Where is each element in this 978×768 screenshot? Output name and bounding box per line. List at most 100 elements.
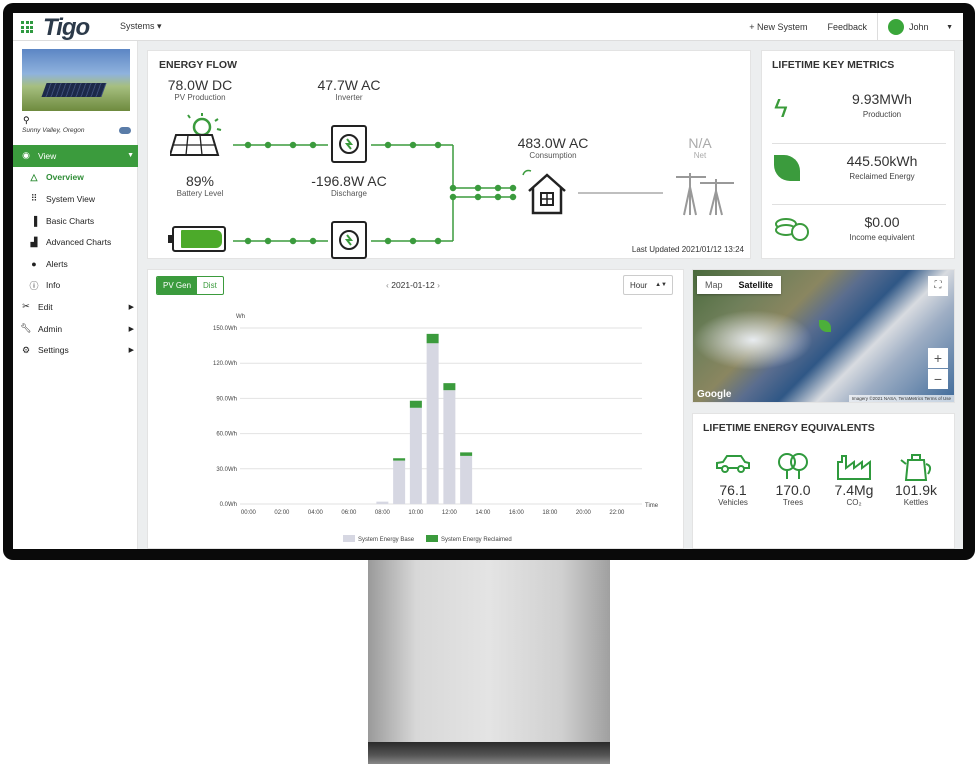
bar-reclaimed bbox=[426, 333, 439, 344]
site-photo bbox=[22, 49, 130, 111]
x-tick-label: 06:00 bbox=[341, 510, 357, 516]
sidebar-item-basic-charts[interactable]: ▐ Basic Charts bbox=[13, 210, 138, 232]
legend-swatch bbox=[343, 535, 355, 542]
fullscreen-button[interactable]: ⛶ bbox=[928, 276, 948, 296]
tigo-logo[interactable]: Tigo bbox=[43, 14, 90, 42]
legend-label: System Energy Base bbox=[358, 537, 415, 543]
x-axis-label: Time bbox=[645, 503, 659, 509]
bar-reclaimed bbox=[409, 400, 422, 408]
x-tick-label: 14:00 bbox=[475, 510, 491, 516]
x-tick-label: 20:00 bbox=[576, 510, 592, 516]
leaf-icon bbox=[774, 155, 800, 188]
app-screen: Tigo Systems ▾ + New System Feedback Joh… bbox=[13, 13, 963, 549]
advanced-chart-icon: ▟ bbox=[30, 236, 38, 247]
factory-icon bbox=[824, 452, 884, 482]
map-cloud-overlay bbox=[693, 310, 813, 370]
satellite-tab[interactable]: Satellite bbox=[731, 276, 782, 294]
bar-reclaimed bbox=[460, 452, 473, 456]
sidebar-item-info[interactable]: ⓘ Info bbox=[13, 275, 138, 297]
next-date-button[interactable]: › bbox=[437, 280, 440, 290]
info-icon: ⓘ bbox=[29, 280, 39, 291]
sidebar-item-system-view[interactable]: ⠿ System View bbox=[13, 188, 138, 210]
wrench-icon: 🔧︎ bbox=[20, 323, 32, 334]
kettle-icon bbox=[886, 452, 946, 482]
zoom-out-button[interactable]: − bbox=[928, 369, 948, 389]
sidebar: ⚲ Sunny Valley, Oregon ◉ View ▼ △ Overview … bbox=[13, 41, 138, 549]
last-updated: Last Updated 2021/01/12 13:24 bbox=[631, 245, 744, 254]
date-navigator: ‹ 2021-01-12 › bbox=[386, 280, 440, 290]
terms-link[interactable]: Terms of Use bbox=[924, 396, 951, 401]
site-location: Sunny Valley, Oregon bbox=[22, 127, 85, 134]
x-tick-label: 18:00 bbox=[542, 510, 558, 516]
bar-chart-icon: ▐ bbox=[30, 215, 38, 226]
x-tick-label: 10:00 bbox=[408, 510, 424, 516]
grid-icon: ⠿ bbox=[30, 193, 38, 204]
x-tick-label: 02:00 bbox=[274, 510, 290, 516]
y-tick-label: 120.0Wh bbox=[213, 361, 237, 367]
sidebar-item-overview[interactable]: △ Overview bbox=[13, 167, 138, 189]
equivalent-trees: 170.0 Trees bbox=[763, 452, 823, 507]
user-menu[interactable]: John ▼ bbox=[877, 13, 963, 41]
top-bar: Tigo Systems ▾ + New System Feedback Joh… bbox=[13, 13, 963, 41]
bar-base bbox=[393, 460, 406, 504]
bar-base bbox=[409, 407, 422, 504]
pv-gen-tab[interactable]: PV Gen bbox=[157, 277, 198, 294]
map-type-control: Map Satellite bbox=[697, 276, 782, 294]
eye-icon: ◉ bbox=[22, 150, 30, 161]
car-icon bbox=[703, 452, 763, 482]
systems-dropdown[interactable]: Systems ▾ bbox=[120, 21, 162, 32]
zoom-in-button[interactable]: + bbox=[928, 348, 948, 368]
map-tab[interactable]: Map bbox=[697, 276, 731, 294]
feedback-link[interactable]: Feedback bbox=[817, 22, 877, 32]
triangle-icon: △ bbox=[30, 171, 38, 182]
equivalents-title: LIFETIME ENERGY EQUIVALENTS bbox=[703, 422, 875, 434]
prev-date-button[interactable]: ‹ bbox=[386, 280, 389, 290]
bar-reclaimed bbox=[393, 458, 406, 461]
sidebar-nav: ◉ View ▼ △ Overview ⠿ System View ▐ Basic Cha… bbox=[13, 145, 138, 361]
tools-icon: ✂ bbox=[22, 301, 30, 312]
metric-production: ϟ 9.93MWh Production bbox=[774, 91, 912, 123]
sidebar-item-settings[interactable]: ⚙ Settings ▶ bbox=[13, 339, 138, 361]
new-system-button[interactable]: + New System bbox=[739, 22, 817, 32]
user-avatar bbox=[888, 19, 904, 35]
apps-grid-icon[interactable] bbox=[21, 21, 33, 33]
flow-lines bbox=[233, 141, 663, 245]
energy-bar-chart: Wh 0.0Wh 30.0Wh 60.0Wh 90.0Wh 120.0Wh 150.0Wh 0… bbox=[213, 314, 659, 543]
gear-icon: ⚙ bbox=[21, 344, 31, 355]
sidebar-item-view[interactable]: ◉ View ▼ bbox=[13, 145, 138, 167]
x-tick-label: 04:00 bbox=[308, 510, 324, 516]
chart-date: 2021-01-12 bbox=[391, 280, 435, 290]
site-marker-icon[interactable] bbox=[819, 320, 831, 332]
sidebar-item-admin[interactable]: 🔧︎ Admin ▶ bbox=[13, 318, 138, 340]
sidebar-item-alerts[interactable]: ● Alerts bbox=[13, 253, 138, 275]
x-tick-label: 12:00 bbox=[442, 510, 458, 516]
chevron-down-icon: ▼ bbox=[946, 23, 953, 31]
x-tick-label: 00:00 bbox=[241, 510, 257, 516]
y-tick-label: 150.0Wh bbox=[213, 326, 237, 332]
bar-base bbox=[460, 455, 473, 504]
chart-mode-toggle: PV Gen Dist bbox=[156, 276, 224, 295]
equivalent-co2: 7.4Mg CO₂ bbox=[824, 452, 884, 507]
google-logo: Google bbox=[697, 389, 732, 400]
weather-icon bbox=[119, 127, 131, 134]
y-axis-label: Wh bbox=[236, 314, 245, 320]
y-tick-label: 90.0Wh bbox=[216, 396, 237, 402]
sidebar-item-advanced-charts[interactable]: ▟ Advanced Charts bbox=[13, 231, 138, 253]
legend-swatch bbox=[426, 535, 438, 542]
granularity-select[interactable]: Hour ▲▼ bbox=[623, 275, 673, 295]
equivalent-kettles: 101.9k Kettles bbox=[886, 452, 946, 507]
x-tick-label: 08:00 bbox=[375, 510, 391, 516]
alert-icon: ● bbox=[31, 258, 37, 269]
sidebar-item-edit[interactable]: ✂ Edit ▶ bbox=[13, 296, 138, 318]
map-attribution: Imagery ©2021 NASA, TerraMetrics Terms o… bbox=[848, 395, 954, 402]
x-tick-label: 22:00 bbox=[609, 510, 625, 516]
dist-tab[interactable]: Dist bbox=[197, 277, 223, 294]
metric-reclaimed: 445.50kWh Reclaimed Energy bbox=[762, 141, 958, 201]
monitor-foot bbox=[368, 742, 610, 764]
lifetime-metrics-title: LIFETIME KEY METRICS bbox=[772, 59, 895, 71]
lifetime-metrics-card: LIFETIME KEY METRICS ϟ 9.93MWh Productio… bbox=[761, 50, 955, 259]
location-pin-icon: ⚲ bbox=[23, 115, 30, 125]
energy-flow-card: ENERGY FLOW 78.0W DC PV Production 47.7W… bbox=[147, 50, 751, 259]
y-tick-label: 30.0Wh bbox=[216, 467, 237, 473]
metric-income: $0.00 Income equivalent bbox=[762, 202, 958, 262]
